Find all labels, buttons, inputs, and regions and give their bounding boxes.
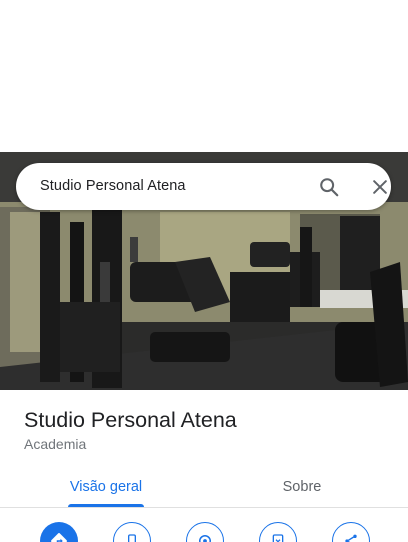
search-bar[interactable]: Studio Personal Atena (16, 163, 391, 210)
location-icon (199, 535, 211, 542)
directions-button[interactable] (40, 522, 78, 542)
search-input[interactable]: Studio Personal Atena (40, 178, 186, 194)
save-icon (272, 534, 284, 542)
place-category: Academia (24, 436, 87, 452)
save-button[interactable] (259, 522, 297, 542)
call-button[interactable] (113, 522, 151, 542)
tab-overview[interactable]: Visão geral (56, 466, 156, 508)
place-title: Studio Personal Atena (24, 408, 237, 432)
search-icon[interactable] (318, 176, 340, 198)
share-icon (345, 534, 357, 542)
map-blank-area (0, 0, 408, 152)
share-button[interactable] (332, 522, 370, 542)
phone-icon (128, 534, 136, 542)
directions-icon (51, 533, 67, 542)
place-tabs: Visão geral Sobre (0, 466, 408, 508)
action-buttons-row (0, 522, 408, 542)
nearby-button[interactable] (186, 522, 224, 542)
tab-about[interactable]: Sobre (252, 466, 352, 508)
tabs-divider (0, 507, 408, 508)
close-icon[interactable] (370, 177, 390, 197)
